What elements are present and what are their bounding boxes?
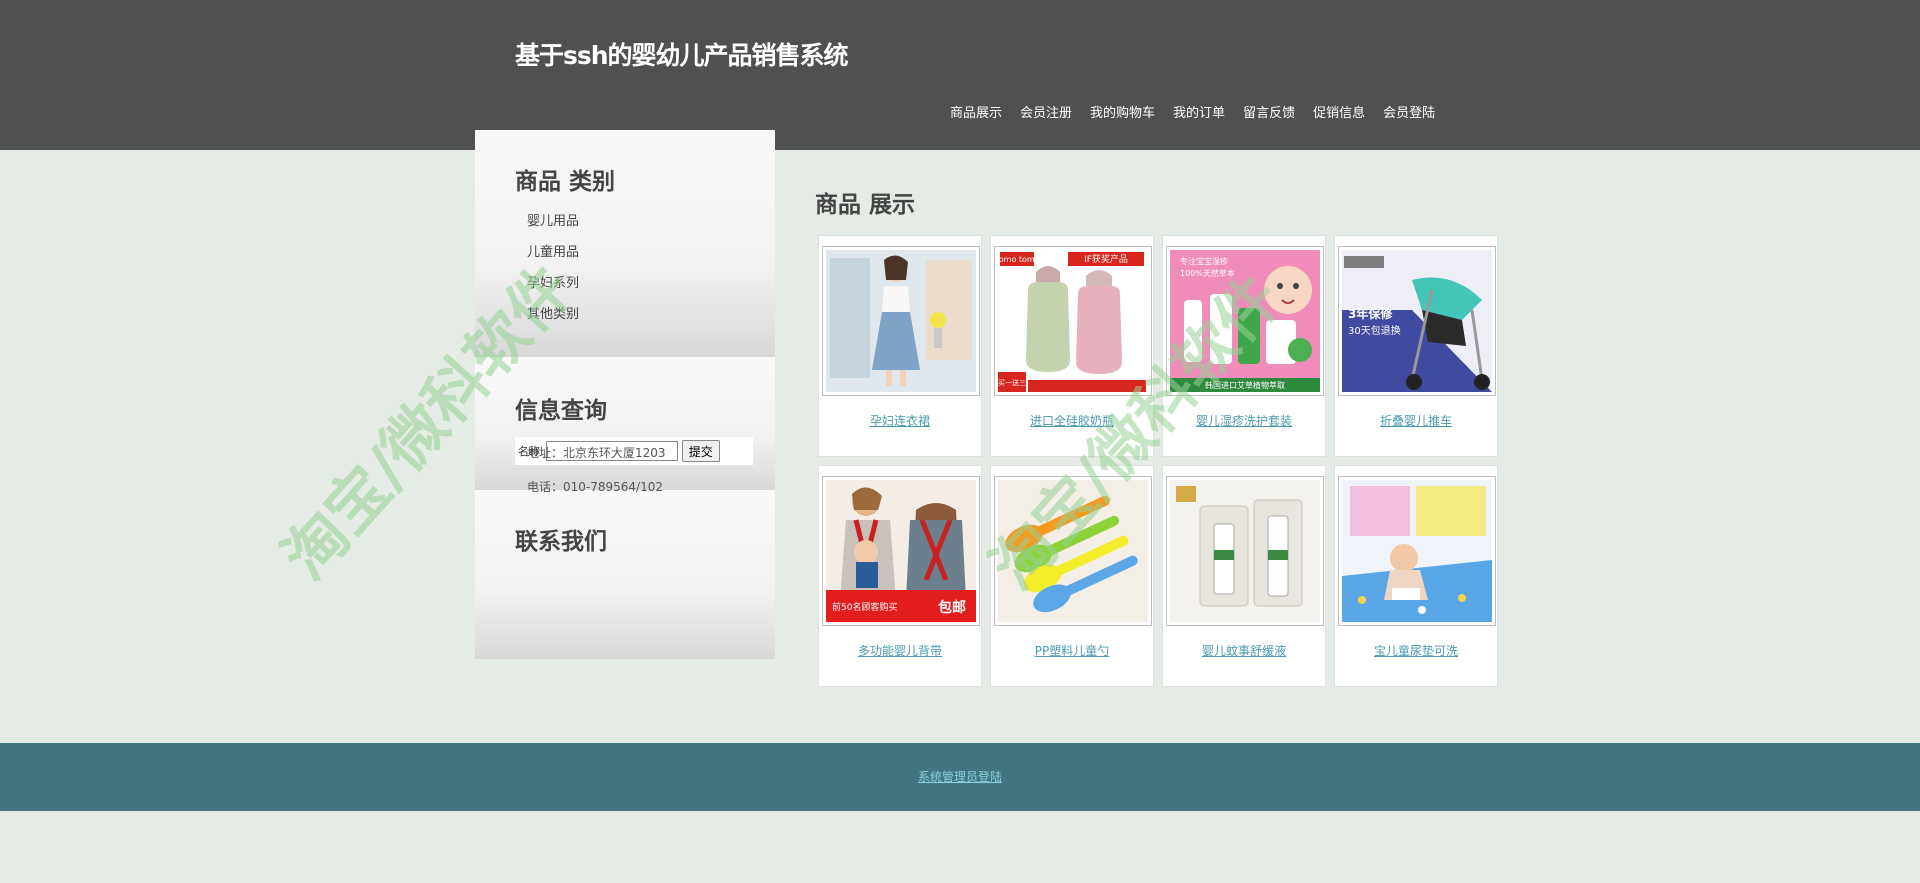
main-nav: 商品展示 会员注册 我的购物车 我的订单 留言反馈 促销信息 会员登陆 bbox=[950, 102, 1453, 121]
soothing-lotion-image bbox=[1170, 480, 1320, 622]
skincare-banner-text: 韩国进口艾草植物萃取 bbox=[1205, 380, 1285, 390]
maternity-dress-image bbox=[826, 250, 976, 392]
urine-pad-image bbox=[1342, 480, 1492, 622]
contact-address: 地址：北京东环大厦1203 bbox=[527, 446, 666, 460]
product-card: PP塑料儿童勺 bbox=[990, 465, 1154, 687]
search-panel: 信息查询 名称: 提交 bbox=[475, 357, 775, 490]
eczema-skincare-image: 专注宝宝湿疹 100%天然草本 韩国进口艾草植物萃取 bbox=[1170, 250, 1320, 392]
site-header: 基于ssh的婴幼儿产品销售系统 商品展示 会员注册 我的购物车 我的订单 留言反… bbox=[0, 0, 1920, 150]
product-name-link[interactable]: 婴儿蚊事舒缓液 bbox=[1163, 642, 1325, 659]
category-list: 婴儿用品 儿童用品 孕妇系列 其他类别 bbox=[527, 214, 579, 338]
product-image[interactable] bbox=[994, 476, 1152, 626]
bottle-award-text: IF获奖产品 bbox=[1084, 253, 1128, 265]
bottle-brand-text: como tomo bbox=[998, 255, 1040, 264]
carrier-tag-text: 包邮 bbox=[938, 599, 966, 616]
site-title: 基于ssh的婴幼儿产品销售系统 bbox=[515, 41, 849, 70]
product-name-link[interactable]: 宝儿童尿垫可洗 bbox=[1335, 642, 1497, 659]
contact-panel: 联系我们 bbox=[475, 490, 775, 659]
category-item-baby[interactable]: 婴儿用品 bbox=[527, 214, 579, 245]
product-name-link[interactable]: 孕妇连衣裙 bbox=[819, 412, 981, 429]
skincare-line-1: 专注宝宝湿疹 bbox=[1180, 256, 1228, 266]
skincare-line-2: 100%天然草本 bbox=[1180, 268, 1235, 278]
stroller-sub-text: 30天包退换 bbox=[1348, 324, 1401, 337]
bottle-promo-text: 买一送三 bbox=[998, 378, 1026, 387]
category-item-other[interactable]: 其他类别 bbox=[527, 307, 579, 338]
product-card: 专注宝宝湿疹 100%天然草本 韩国进口艾草植物萃取 婴儿湿疹洗护套装 bbox=[1162, 235, 1326, 457]
product-name-link[interactable]: 多功能婴儿背带 bbox=[819, 642, 981, 659]
product-image[interactable]: 3年保修 30天包退换 bbox=[1338, 246, 1496, 396]
stroller-badge-text: 3年保修 bbox=[1348, 306, 1393, 321]
product-image[interactable]: 前50名顾客购买 包邮 bbox=[822, 476, 980, 626]
folding-stroller-image: 3年保修 30天包退换 bbox=[1342, 250, 1492, 392]
contact-heading: 联系我们 bbox=[515, 529, 607, 555]
search-submit-button[interactable]: 提交 bbox=[681, 440, 720, 462]
sidebar: 商品 类别 婴儿用品 儿童用品 孕妇系列 其他类别 信息查询 名称: 提交 联系… bbox=[475, 130, 775, 659]
product-card: 前50名顾客购买 包邮 多功能婴儿背带 bbox=[818, 465, 982, 687]
product-card: 孕妇连衣裙 bbox=[818, 235, 982, 457]
product-card: 宝儿童尿垫可洗 bbox=[1334, 465, 1498, 687]
product-name-link[interactable]: 婴儿湿疹洗护套装 bbox=[1163, 412, 1325, 429]
nav-member-login[interactable]: 会员登陆 bbox=[1383, 102, 1435, 121]
site-footer: 系统管理员登陆 bbox=[0, 743, 1920, 811]
product-card: como tomo IF获奖产品 买一送三 进口全硅胶奶瓶 bbox=[990, 235, 1154, 457]
nav-member-register[interactable]: 会员注册 bbox=[1020, 102, 1072, 121]
category-item-children[interactable]: 儿童用品 bbox=[527, 245, 579, 276]
product-name-link[interactable]: PP塑料儿童勺 bbox=[991, 642, 1153, 659]
product-image[interactable] bbox=[822, 246, 980, 396]
product-card: 3年保修 30天包退换 折叠婴儿推车 bbox=[1334, 235, 1498, 457]
plastic-spoon-image bbox=[998, 480, 1148, 622]
admin-login-link[interactable]: 系统管理员登陆 bbox=[0, 768, 1920, 785]
category-item-maternity[interactable]: 孕妇系列 bbox=[527, 276, 579, 307]
product-image[interactable]: como tomo IF获奖产品 买一送三 bbox=[994, 246, 1152, 396]
nav-promotions[interactable]: 促销信息 bbox=[1313, 102, 1365, 121]
baby-bottle-image: como tomo IF获奖产品 买一送三 bbox=[995, 250, 1148, 392]
product-name-link[interactable]: 折叠婴儿推车 bbox=[1335, 412, 1497, 429]
category-heading: 商品 类别 bbox=[515, 169, 616, 195]
nav-my-orders[interactable]: 我的订单 bbox=[1173, 102, 1225, 121]
nav-product-display[interactable]: 商品展示 bbox=[950, 102, 1002, 121]
nav-feedback[interactable]: 留言反馈 bbox=[1243, 102, 1295, 121]
product-section-heading: 商品 展示 bbox=[815, 192, 916, 218]
contact-phone: 电话：010-789564/102 bbox=[527, 480, 663, 494]
nav-shopping-cart[interactable]: 我的购物车 bbox=[1090, 102, 1155, 121]
product-image[interactable] bbox=[1338, 476, 1496, 626]
baby-carrier-image: 前50名顾客购买 包邮 bbox=[826, 480, 976, 622]
product-card: 婴儿蚊事舒缓液 bbox=[1162, 465, 1326, 687]
category-panel: 商品 类别 婴儿用品 儿童用品 孕妇系列 其他类别 bbox=[475, 130, 775, 357]
search-heading: 信息查询 bbox=[515, 398, 607, 424]
product-image[interactable] bbox=[1166, 476, 1324, 626]
carrier-banner-text: 前50名顾客购买 bbox=[832, 601, 897, 613]
product-image[interactable]: 专注宝宝湿疹 100%天然草本 韩国进口艾草植物萃取 bbox=[1166, 246, 1324, 396]
product-name-link[interactable]: 进口全硅胶奶瓶 bbox=[991, 412, 1153, 429]
